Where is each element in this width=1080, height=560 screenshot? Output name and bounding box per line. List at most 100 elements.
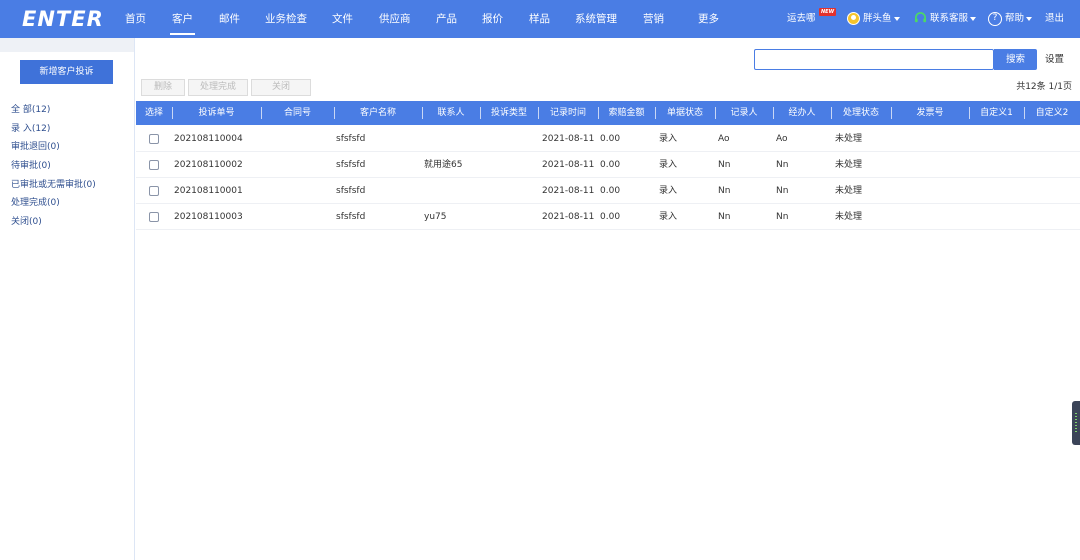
close-button[interactable]: 关闭 — [251, 79, 311, 96]
nav-item-sample[interactable]: 样品 — [529, 0, 550, 38]
settings-link[interactable]: 设置 — [1045, 49, 1064, 70]
complaint-number-cell[interactable]: 202108110002 — [174, 152, 243, 178]
customer-name-cell: sfsfsfd — [336, 134, 366, 144]
yunquna-label: 运去哪 — [787, 13, 816, 24]
column-header: 选择 — [144, 108, 163, 118]
sidebar: 新增客户投诉 全 部(12) 录 入(12) 审批退回(0) 待审批(0) 已审… — [0, 38, 135, 560]
column-header: 合同号 — [283, 108, 311, 118]
row-checkbox[interactable] — [149, 186, 159, 196]
recorder-cell: Ao — [718, 134, 730, 144]
sidebar-header-strip — [0, 38, 134, 52]
status-filter-list: 全 部(12) 录 入(12) 审批退回(0) 待审批(0) 已审批或无需审批(… — [11, 101, 96, 232]
complaint-number-cell[interactable]: 202108110003 — [174, 204, 243, 230]
table-row[interactable]: 202108110004 sfsfsfd 2021-08-11 0.00 录入 … — [136, 126, 1080, 152]
record-time-cell: 2021-08-11 — [542, 134, 595, 144]
chevron-down-icon — [970, 16, 977, 21]
column-header: 索赔金额 — [608, 108, 645, 118]
sidebar-item-approved[interactable]: 已审批或无需审批(0) — [11, 176, 96, 195]
document-status-cell: 录入 — [659, 186, 678, 196]
document-status-cell: 录入 — [659, 212, 678, 222]
user-avatar-icon — [847, 12, 860, 25]
column-header: 处理状态 — [842, 108, 879, 118]
delete-button[interactable]: 删除 — [141, 79, 185, 96]
nav-item-more[interactable]: 更多 — [698, 0, 719, 38]
nav-item-business-check[interactable]: 业务检查 — [265, 0, 307, 38]
complaint-number-cell[interactable]: 202108110001 — [174, 178, 243, 204]
nav-item-product[interactable]: 产品 — [436, 0, 457, 38]
help-icon: ? — [988, 11, 1002, 26]
record-time-cell: 2021-08-11 — [542, 160, 595, 170]
processing-status-cell: 未处理 — [835, 160, 863, 170]
contact-service-label: 联系客服 — [930, 13, 969, 24]
help-label: 帮助 — [1005, 13, 1025, 24]
new-badge: NEW — [819, 8, 837, 16]
claim-amount-cell: 0.00 — [600, 186, 621, 196]
sidebar-item-completed[interactable]: 处理完成(0) — [11, 194, 96, 213]
processing-status-cell: 未处理 — [835, 134, 863, 144]
nav-item-mail[interactable]: 邮件 — [219, 0, 240, 38]
nav-item-marketing[interactable]: 营销 — [643, 0, 664, 38]
column-header: 投诉类型 — [490, 108, 527, 118]
nav-item-customer[interactable]: 客户 — [170, 0, 195, 38]
row-checkbox[interactable] — [149, 160, 159, 170]
chevron-down-icon — [1026, 16, 1033, 21]
column-header: 投诉单号 — [198, 108, 235, 118]
user-name: 胖头鱼 — [863, 13, 892, 24]
column-header: 联系人 — [437, 108, 465, 118]
sidebar-item-closed[interactable]: 关闭(0) — [11, 213, 96, 232]
customer-name-cell: sfsfsfd — [336, 212, 366, 222]
logo[interactable]: ENTER — [22, 7, 104, 31]
column-header: 发票号 — [916, 108, 944, 118]
chevron-down-icon — [893, 16, 900, 21]
complaint-number-cell[interactable]: 202108110004 — [174, 126, 243, 152]
table-row[interactable]: 202108110002 sfsfsfd 就用途65 2021-08-11 0.… — [136, 152, 1080, 178]
handler-cell: Ao — [776, 134, 788, 144]
nav-item-home[interactable]: 首页 — [125, 0, 146, 38]
handler-cell: Nn — [776, 186, 789, 196]
nav-item-system-admin[interactable]: 系统管理 — [575, 0, 617, 38]
record-time-cell: 2021-08-11 — [542, 212, 595, 222]
column-header: 单据状态 — [666, 108, 703, 118]
document-status-cell: 录入 — [659, 134, 678, 144]
nav-item-files[interactable]: 文件 — [332, 0, 353, 38]
mark-done-button[interactable]: 处理完成 — [188, 79, 248, 96]
row-checkbox[interactable] — [149, 134, 159, 144]
search-button[interactable]: 搜索 — [994, 49, 1037, 70]
customer-name-cell: sfsfsfd — [336, 186, 366, 196]
handler-cell: Nn — [776, 212, 789, 222]
customer-name-cell: sfsfsfd — [336, 160, 366, 170]
search-input[interactable] — [754, 49, 994, 70]
recorder-cell: Nn — [718, 160, 731, 170]
claim-amount-cell: 0.00 — [600, 212, 621, 222]
contact-service-menu[interactable]: 联系客服 — [914, 0, 977, 38]
handler-cell: Nn — [776, 160, 789, 170]
nav-item-supplier[interactable]: 供应商 — [379, 0, 411, 38]
sidebar-item-all[interactable]: 全 部(12) — [11, 101, 96, 120]
sidebar-item-pending[interactable]: 待审批(0) — [11, 157, 96, 176]
table-row[interactable]: 202108110003 sfsfsfd yu75 2021-08-11 0.0… — [136, 204, 1080, 230]
row-checkbox[interactable] — [149, 212, 159, 222]
column-header: 客户名称 — [359, 108, 396, 118]
sidebar-item-returned[interactable]: 审批退回(0) — [11, 138, 96, 157]
recorder-cell: Nn — [718, 186, 731, 196]
column-header: 自定义2 — [1035, 108, 1069, 118]
nav-item-quote[interactable]: 报价 — [482, 0, 503, 38]
column-header: 记录人 — [730, 108, 758, 118]
user-menu[interactable]: 胖头鱼 — [847, 0, 900, 38]
headset-icon — [914, 12, 927, 23]
contact-cell: 就用途65 — [424, 160, 463, 170]
add-complaint-button[interactable]: 新增客户投诉 — [20, 60, 113, 84]
table-row[interactable]: 202108110001 sfsfsfd 2021-08-11 0.00 录入 … — [136, 178, 1080, 204]
claim-amount-cell: 0.00 — [600, 134, 621, 144]
logout-link[interactable]: 退出 — [1045, 0, 1064, 38]
paging-info: 共12条 1/1页 — [1016, 82, 1072, 92]
processing-status-cell: 未处理 — [835, 212, 863, 222]
processing-status-cell: 未处理 — [835, 186, 863, 196]
help-menu[interactable]: ? 帮助 — [988, 0, 1033, 38]
sidebar-item-entered[interactable]: 录 入(12) — [11, 120, 96, 139]
record-time-cell: 2021-08-11 — [542, 186, 595, 196]
side-drawer-handle[interactable] — [1072, 401, 1080, 445]
column-header: 自定义1 — [980, 108, 1013, 118]
contact-cell: yu75 — [424, 212, 447, 222]
yunquna-link[interactable]: 运去哪 NEW — [787, 0, 837, 38]
